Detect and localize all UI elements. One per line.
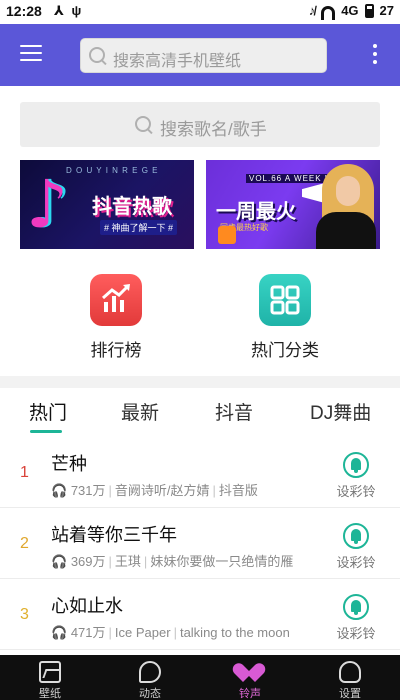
song-note: 抖音版 bbox=[218, 483, 258, 498]
dynamic-icon bbox=[139, 661, 161, 683]
set-ringback-button[interactable]: 设彩铃 bbox=[334, 452, 378, 500]
headphones-icon: 🎧 bbox=[51, 554, 68, 569]
song-title: 站着等你三千年 bbox=[51, 525, 177, 545]
wallpaper-search-placeholder: 搜索高清手机壁纸 bbox=[113, 53, 242, 70]
nav-wallpaper[interactable]: 壁纸 bbox=[0, 655, 100, 700]
song-meta: 🎧 369万 | 王琪 | 妹妹你要做一只绝情的雁 bbox=[51, 554, 294, 569]
more-options-icon[interactable] bbox=[371, 44, 379, 66]
bell-icon bbox=[343, 452, 369, 478]
set-ringback-button[interactable]: 设彩铃 bbox=[334, 594, 378, 642]
nav-label: 动态 bbox=[139, 688, 161, 700]
play-count: 471万 bbox=[70, 625, 106, 640]
cube-icon bbox=[218, 226, 236, 244]
wallpaper-icon bbox=[39, 661, 61, 683]
wallpaper-search-input[interactable]: 搜索高清手机壁纸 bbox=[80, 38, 327, 73]
nav-label: 壁纸 bbox=[39, 688, 61, 700]
song-title: 芒种 bbox=[51, 454, 87, 474]
menu-icon[interactable] bbox=[20, 45, 42, 63]
bell-icon bbox=[343, 594, 369, 620]
top-toolbar: 搜索高清手机壁纸 bbox=[0, 24, 400, 86]
category-hot-categories[interactable]: 热门分类 bbox=[235, 274, 335, 361]
tab-dj[interactable]: DJ舞曲 bbox=[310, 398, 371, 425]
song-title: 心如止水 bbox=[51, 596, 123, 616]
set-ringback-button[interactable]: 设彩铃 bbox=[334, 523, 378, 571]
nav-settings[interactable]: 设置 bbox=[300, 655, 400, 700]
set-ringback-label: 设彩铃 bbox=[336, 626, 376, 641]
grid-icon bbox=[259, 274, 311, 326]
list-item[interactable]: 2 站着等你三千年 🎧 369万 | 王琪 | 妹妹你要做一只绝情的雁 设彩铃 bbox=[0, 509, 400, 579]
banner-title: 一周最火 bbox=[216, 201, 296, 223]
play-count: 369万 bbox=[70, 554, 106, 569]
nav-label: 铃声 bbox=[239, 688, 261, 700]
banner-tagline: D O U Y I N R E G E bbox=[66, 166, 159, 175]
song-rank: 1 bbox=[20, 464, 29, 481]
tab-hot[interactable]: 热门 bbox=[29, 398, 67, 425]
list-item[interactable]: 3 心如止水 🎧 471万 | Ice Paper | talking to the m… bbox=[0, 580, 400, 650]
banner-douyin-hits[interactable]: ♪ D O U Y I N R E G E 抖音热歌 # 神曲了解一下 # bbox=[20, 160, 194, 249]
notification-icons: ⅄ ψ bbox=[54, 3, 84, 18]
section-divider bbox=[0, 376, 400, 388]
song-rank: 2 bbox=[20, 535, 29, 552]
set-ringback-label: 设彩铃 bbox=[336, 555, 376, 570]
song-note: 妹妹你要做一只绝情的雁 bbox=[150, 554, 294, 569]
category-label: 排行榜 bbox=[90, 341, 142, 360]
tab-latest[interactable]: 最新 bbox=[121, 398, 159, 425]
wifi-icon bbox=[321, 5, 336, 20]
tiktok-note-icon: ♪ bbox=[26, 166, 69, 243]
song-meta: 🎧 731万 | 音阙诗听/赵方婧 | 抖音版 bbox=[51, 483, 258, 498]
nav-ringtone[interactable]: 铃声 bbox=[200, 655, 300, 700]
song-note: talking to the moon bbox=[179, 625, 290, 640]
singer-illustration bbox=[308, 160, 380, 249]
song-rank: 3 bbox=[20, 606, 29, 623]
status-bar: 12:28 ⅄ ψ ♪̸ 4G 27 bbox=[0, 0, 400, 24]
song-search-input[interactable]: 搜索歌名/歌手 bbox=[20, 102, 380, 147]
banner-title: 抖音热歌 bbox=[92, 196, 172, 218]
category-label: 热门分类 bbox=[251, 341, 319, 360]
signal-icon: 4G bbox=[341, 3, 359, 18]
banner-weekly-hot[interactable]: VOL.66 A WEEK HOT 一周最火 同步最热好歌 bbox=[206, 160, 380, 249]
search-icon bbox=[89, 47, 107, 65]
headphones-icon: 🎧 bbox=[51, 483, 68, 498]
song-meta: 🎧 471万 | Ice Paper | talking to the moon bbox=[51, 625, 290, 640]
banner-subtitle: # 神曲了解一下 # bbox=[100, 220, 178, 235]
status-icons: ♪̸ 4G 27 bbox=[308, 3, 394, 20]
tab-bar: 热门 最新 抖音 DJ舞曲 bbox=[0, 396, 400, 436]
bell-icon bbox=[343, 523, 369, 549]
search-icon bbox=[135, 116, 153, 134]
category-charts[interactable]: 排行榜 bbox=[66, 274, 166, 361]
settings-icon bbox=[339, 661, 361, 683]
heart-icon bbox=[239, 661, 261, 683]
list-item[interactable]: 1 芒种 🎧 731万 | 音阙诗听/赵方婧 | 抖音版 设彩铃 bbox=[0, 438, 400, 508]
play-count: 731万 bbox=[70, 483, 106, 498]
song-artist: 音阙诗听/赵方婧 bbox=[114, 483, 210, 498]
set-ringback-label: 设彩铃 bbox=[336, 484, 376, 499]
trend-chart-icon bbox=[90, 274, 142, 326]
nav-label: 设置 bbox=[339, 688, 361, 700]
battery-icon bbox=[364, 3, 374, 18]
mute-icon: ♪̸ bbox=[308, 3, 316, 18]
song-artist: 王琪 bbox=[114, 554, 141, 569]
active-tab-indicator bbox=[30, 430, 62, 433]
song-search-placeholder: 搜索歌名/歌手 bbox=[160, 120, 267, 139]
clock: 12:28 bbox=[6, 3, 42, 19]
nav-dynamic[interactable]: 动态 bbox=[100, 655, 200, 700]
battery-level: 27 bbox=[379, 3, 394, 18]
bottom-nav: 壁纸 动态 铃声 设置 bbox=[0, 655, 400, 700]
headphones-icon: 🎧 bbox=[51, 625, 68, 640]
tab-douyin[interactable]: 抖音 bbox=[215, 398, 253, 425]
song-artist: Ice Paper bbox=[114, 625, 171, 640]
